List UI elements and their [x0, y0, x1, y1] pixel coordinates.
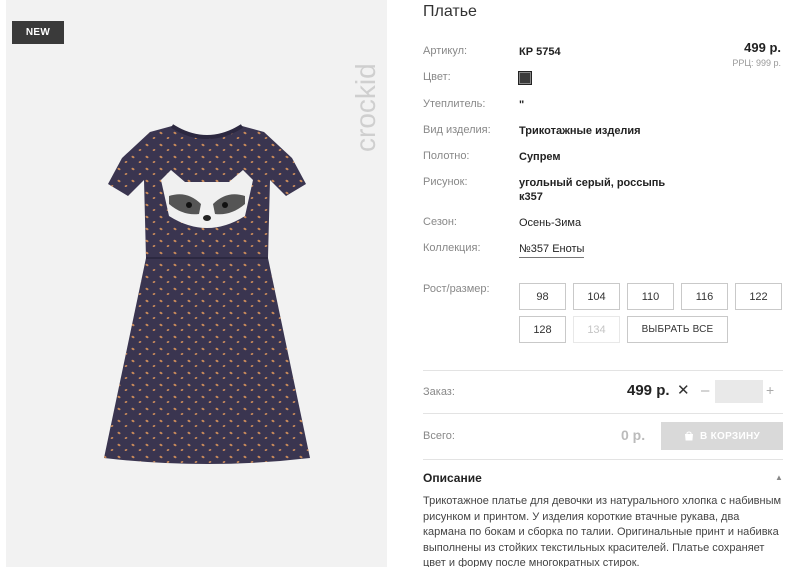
- attr-value: ": [519, 99, 525, 111]
- add-to-cart-label: В КОРЗИНУ: [699, 430, 760, 442]
- attr-label: Коллекция:: [423, 242, 481, 254]
- attr-value: Трикотажные изделия: [519, 125, 641, 137]
- select-all-sizes-button[interactable]: ВЫБРАТЬ ВСЕ: [627, 316, 728, 343]
- add-to-cart-button[interactable]: В КОРЗИНУ: [661, 422, 783, 450]
- size-option[interactable]: 110: [627, 283, 674, 310]
- size-option[interactable]: 116: [681, 283, 728, 310]
- attr-label: Вид изделия:: [423, 124, 491, 136]
- brand-logo: crockid: [350, 63, 381, 152]
- size-option-unavailable: 134: [573, 316, 620, 343]
- attr-label: Сезон:: [423, 216, 457, 228]
- total-value: 0 р.: [621, 427, 646, 443]
- color-swatch[interactable]: [518, 71, 532, 85]
- attr-value: Супрем: [519, 151, 561, 163]
- attr-label: Утеплитель:: [423, 98, 486, 110]
- decrease-quantity-button[interactable]: –: [701, 382, 709, 399]
- collection-link[interactable]: №357 Еноты: [519, 243, 585, 258]
- product-info: Платье 499 р. РРЦ: 999 р. Артикул: КР 57…: [423, 0, 793, 567]
- increase-quantity-button[interactable]: +: [766, 382, 774, 398]
- product-title: Платье: [423, 3, 477, 20]
- attr-label: Рисунок:: [423, 176, 468, 188]
- new-badge: NEW: [12, 21, 64, 44]
- rrp-price: РРЦ: 999 р.: [732, 58, 781, 68]
- size-option[interactable]: 128: [519, 316, 566, 343]
- svg-text:crockid: crockid: [350, 63, 381, 152]
- attr-value: КР 5754: [519, 46, 561, 58]
- total-label: Всего:: [423, 430, 455, 442]
- bag-icon: [684, 431, 693, 441]
- divider: [423, 413, 783, 414]
- divider: [423, 459, 783, 460]
- product-price: 499 р.: [744, 40, 781, 55]
- collapse-arrow-icon[interactable]: ▲: [775, 473, 783, 482]
- product-image[interactable]: NEW crockid: [6, 0, 387, 567]
- attr-value: №357 Еноты: [519, 242, 679, 258]
- size-option[interactable]: 104: [573, 283, 620, 310]
- order-price: 499 р.: [627, 382, 670, 399]
- sizes-label: Рост/размер:: [423, 283, 490, 295]
- dress-illustration: [104, 124, 310, 464]
- size-option[interactable]: 98: [519, 283, 566, 310]
- attr-label: Полотно:: [423, 150, 470, 162]
- divider: [423, 370, 783, 371]
- size-option[interactable]: 122: [735, 283, 782, 310]
- remove-icon[interactable]: ✕: [677, 381, 690, 399]
- description-title[interactable]: Описание: [423, 471, 482, 485]
- description-text: Трикотажное платье для девочки из натура…: [423, 495, 782, 567]
- attr-label: Артикул:: [423, 45, 468, 57]
- attr-value: [518, 71, 679, 85]
- order-label: Заказ:: [423, 386, 455, 398]
- attr-value: угольный серый, россыпь к357: [519, 177, 666, 203]
- attr-label: Цвет:: [423, 71, 451, 83]
- attr-value: Осень-Зима: [519, 217, 582, 229]
- quantity-input[interactable]: [715, 380, 763, 403]
